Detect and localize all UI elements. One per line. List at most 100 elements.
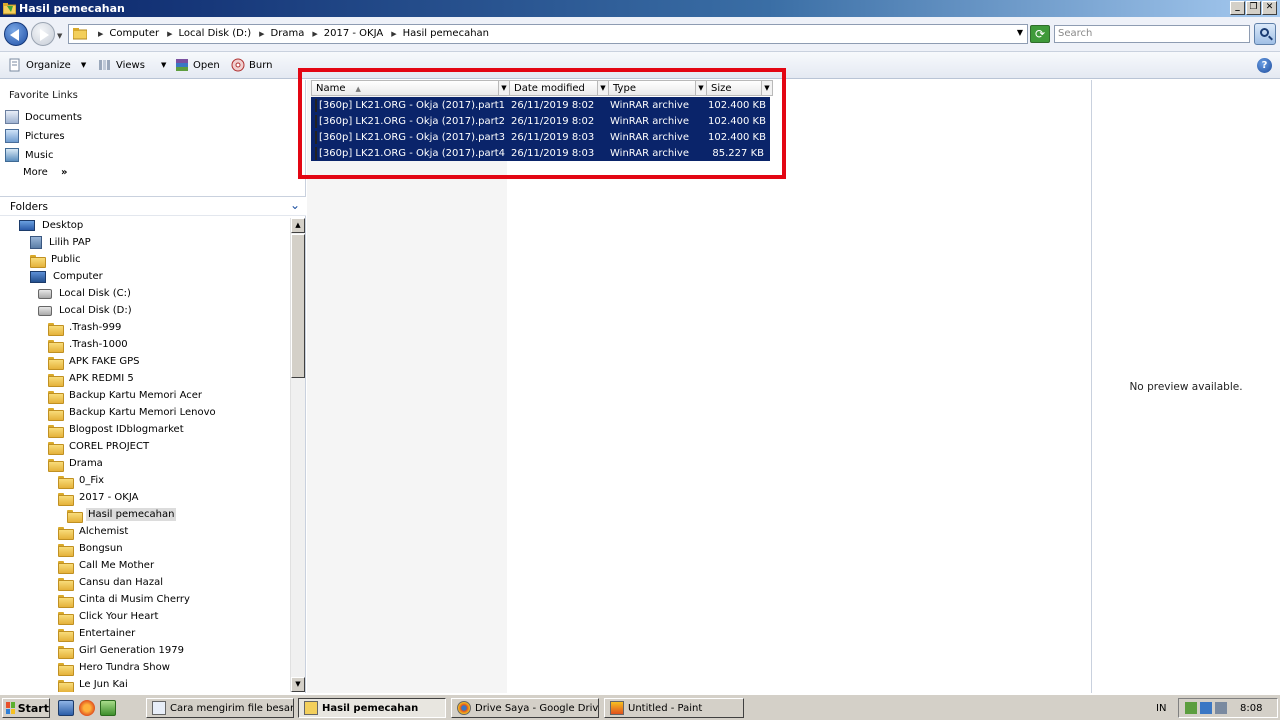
tree-item[interactable]: APK FAKE GPS <box>48 354 141 370</box>
folders-header[interactable]: Folders ⌄ <box>0 196 306 216</box>
folder-icon <box>58 475 74 489</box>
tree-item[interactable]: Drama <box>48 456 105 472</box>
network-icon[interactable] <box>1185 702 1197 714</box>
breadcrumb-chevron-icon[interactable]: ▶ <box>93 28 106 39</box>
tree-item[interactable]: Public <box>30 252 83 268</box>
tree-scrollbar[interactable]: ▲ ▼ <box>290 218 305 692</box>
address-dropdown-icon[interactable]: ▼ <box>1017 28 1023 37</box>
folder-icon <box>58 594 74 608</box>
folder-icon <box>48 441 64 455</box>
chrome-icon <box>457 701 471 715</box>
tree-item[interactable]: Hasil pemecahan <box>67 507 177 523</box>
tree-item[interactable]: 2017 - OKJA <box>58 490 140 506</box>
drive-icon <box>38 305 52 316</box>
firefox-icon[interactable] <box>79 700 95 716</box>
restore-button[interactable]: ❐ <box>1246 1 1261 15</box>
breadcrumb-computer[interactable]: Computer <box>106 28 162 39</box>
music-icon <box>5 148 19 162</box>
folder-icon <box>58 560 74 574</box>
tree-item[interactable]: Alchemist <box>58 524 130 540</box>
recent-pages-chevron-icon[interactable]: ▼ <box>57 32 62 40</box>
tree-item-label: Public <box>51 254 81 265</box>
favorite-music[interactable]: Music <box>5 148 53 162</box>
tree-item[interactable]: Click Your Heart <box>58 609 160 625</box>
taskbar-task[interactable]: Drive Saya - Google Driv... <box>451 698 599 718</box>
chevron-down-icon[interactable]: ⌄ <box>290 198 300 212</box>
tree-item[interactable]: Cinta di Musim Cherry <box>58 592 192 608</box>
breadcrumb-chevron-icon[interactable]: ▶ <box>254 28 267 39</box>
breadcrumb-chevron-icon[interactable]: ▶ <box>307 28 320 39</box>
taskbar-task[interactable]: Untitled - Paint <box>604 698 744 718</box>
monitor-icon[interactable] <box>1200 702 1212 714</box>
tree-item[interactable]: .Trash-999 <box>48 320 123 336</box>
search-button[interactable] <box>1254 23 1276 45</box>
tree-item[interactable]: Local Disk (D:) <box>38 303 134 318</box>
close-button[interactable]: ✕ <box>1262 1 1277 15</box>
burn-button[interactable]: Burn <box>231 58 272 72</box>
start-button[interactable]: Start <box>2 698 50 718</box>
favorite-pictures[interactable]: Pictures <box>5 129 65 143</box>
favorite-documents[interactable]: Documents <box>5 110 82 124</box>
taskbar-task[interactable]: Hasil pemecahan <box>298 698 446 718</box>
views-button[interactable]: Views ▼ <box>98 58 166 72</box>
help-button[interactable]: ? <box>1257 58 1272 73</box>
tree-item[interactable]: Girl Generation 1979 <box>58 643 186 659</box>
breadcrumb-drama[interactable]: Drama <box>268 28 308 39</box>
paint-icon <box>610 701 624 715</box>
breadcrumb-chevron-icon[interactable]: ▶ <box>386 28 399 39</box>
address-bar[interactable]: ▶ Computer ▶ Local Disk (D:) ▶ Drama ▶ 2… <box>68 24 1028 44</box>
breadcrumb-chevron-icon[interactable]: ▶ <box>162 28 175 39</box>
tree-item-label: Desktop <box>42 220 84 231</box>
back-button[interactable] <box>4 22 28 46</box>
tree-item-label: Backup Kartu Memori Acer <box>69 390 203 401</box>
organize-label: Organize <box>26 59 71 71</box>
breadcrumb-hasil-pemecahan[interactable]: Hasil pemecahan <box>400 28 492 39</box>
breadcrumb-local-disk-d[interactable]: Local Disk (D:) <box>176 28 255 39</box>
taskbar-task[interactable]: Cara mengirim file besar ... <box>146 698 294 718</box>
folder-icon <box>48 424 64 438</box>
scroll-up-arrow-icon[interactable]: ▲ <box>291 218 305 233</box>
tree-item[interactable]: Blogpost IDblogmarket <box>48 422 186 438</box>
tree-item[interactable]: Backup Kartu Memori Lenovo <box>48 405 218 421</box>
tree-item[interactable]: APK REDMI 5 <box>48 371 136 387</box>
tree-item[interactable]: Local Disk (C:) <box>38 286 133 301</box>
folder-icon <box>58 645 74 659</box>
tree-item[interactable]: .Trash-1000 <box>48 337 130 353</box>
tree-item[interactable]: Le Jun Kai <box>58 677 130 692</box>
search-input[interactable]: Search <box>1054 25 1250 43</box>
folder-icon <box>73 28 87 40</box>
user-folder-icon <box>30 236 42 249</box>
volume-icon[interactable] <box>1215 702 1227 714</box>
tree-item[interactable]: Call Me Mother <box>58 558 156 574</box>
scroll-down-arrow-icon[interactable]: ▼ <box>291 677 305 692</box>
tree-item[interactable]: COREL PROJECT <box>48 439 151 455</box>
forward-button[interactable] <box>31 22 55 46</box>
tree-item-label: Bongsun <box>79 543 123 554</box>
task-label: Cara mengirim file besar ... <box>170 702 294 714</box>
open-button[interactable]: Open <box>175 58 220 72</box>
tree-item-label: COREL PROJECT <box>69 441 150 452</box>
tree-item[interactable]: 0_Fix <box>58 473 106 489</box>
tree-item[interactable]: Backup Kartu Memori Acer <box>48 388 204 404</box>
favorites-more-button[interactable]: More » <box>23 167 67 178</box>
scroll-thumb[interactable] <box>291 234 305 378</box>
organize-button[interactable]: Organize ▼ <box>8 58 86 72</box>
media-icon[interactable] <box>100 700 116 716</box>
tree-item[interactable]: Cansu dan Hazal <box>58 575 165 591</box>
refresh-button[interactable]: ⟳ <box>1030 25 1050 43</box>
folder-icon <box>3 3 16 15</box>
window-title: Hasil pemecahan <box>19 2 125 15</box>
clock[interactable]: 8:08 <box>1240 703 1262 714</box>
show-desktop-icon[interactable] <box>58 700 74 716</box>
folder-icon <box>58 526 74 540</box>
tree-item[interactable]: Entertainer <box>58 626 137 642</box>
tree-item-label: Call Me Mother <box>79 560 155 571</box>
tree-item[interactable]: Bongsun <box>58 541 125 557</box>
tree-item[interactable]: Lilih PAP <box>30 235 93 250</box>
tree-item[interactable]: Desktop <box>19 218 85 233</box>
breadcrumb-okja[interactable]: 2017 - OKJA <box>321 28 386 39</box>
minimize-button[interactable]: _ <box>1230 1 1245 15</box>
tree-item[interactable]: Hero Tundra Show <box>58 660 172 676</box>
tree-item[interactable]: Computer <box>30 269 105 284</box>
language-indicator[interactable]: IN <box>1156 703 1166 714</box>
